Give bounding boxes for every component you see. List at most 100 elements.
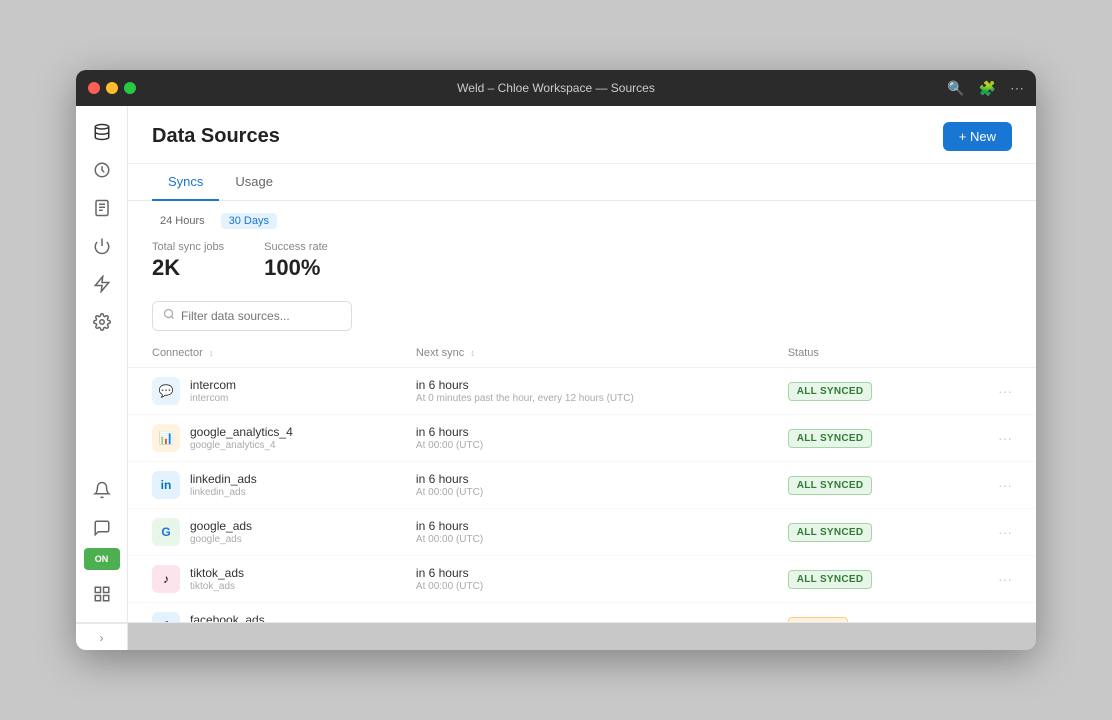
col-next-sync: Next sync ↕ [392, 339, 764, 368]
period-30d[interactable]: 30 Days [221, 213, 277, 229]
table-row[interactable]: 💬 intercom intercom in 6 hours At 0 minu… [128, 368, 1036, 415]
window-controls[interactable] [88, 82, 136, 94]
status-badge-intercom: ALL SYNCED [788, 382, 873, 401]
table-row[interactable]: ♪ tiktok_ads tiktok_ads in 6 hours At 00… [128, 556, 1036, 603]
titlebar-actions: 🔍 🧩 ⋯ [947, 80, 1024, 97]
sidebar-item-power[interactable] [84, 228, 120, 264]
connector-cell-linkedin_ads: in linkedin_ads linkedin_ads [128, 462, 392, 509]
table-row[interactable]: f facebook_ads facebook_ads – PAUSED ··· [128, 603, 1036, 623]
period-24h[interactable]: 24 Hours [152, 213, 213, 229]
stat-success-label: Success rate [264, 241, 328, 253]
connector-name-intercom: intercom [190, 378, 236, 392]
stat-total-sync-jobs: Total sync jobs 2K [152, 241, 224, 281]
extensions-icon[interactable]: 🧩 [979, 80, 996, 97]
next-sync-cell-facebook_ads: – [392, 603, 764, 623]
next-sync-sub-linkedin_ads: At 00:00 (UTC) [416, 487, 740, 498]
sidebar: ON [76, 106, 128, 622]
sidebar-expand-button[interactable]: › [76, 623, 128, 650]
status-cell-linkedin_ads: ALL SYNCED [764, 462, 950, 509]
sidebar-item-database[interactable] [84, 114, 120, 150]
sidebar-item-settings[interactable] [84, 304, 120, 340]
sidebar-on-button[interactable]: ON [84, 548, 120, 570]
tab-syncs[interactable]: Syncs [152, 164, 219, 201]
connector-name-linkedin_ads: linkedin_ads [190, 472, 257, 486]
next-sync-main-google_ads: in 6 hours [416, 519, 740, 533]
sidebar-item-document[interactable] [84, 190, 120, 226]
connector-sort-icon[interactable]: ↕ [209, 348, 214, 358]
connector-icon-tiktok_ads: ♪ [152, 565, 180, 593]
table-row[interactable]: G google_ads google_ads in 6 hours At 00… [128, 509, 1036, 556]
status-cell-google_analytics_4: ALL SYNCED [764, 415, 950, 462]
table-header-row: Connector ↕ Next sync ↕ Status [128, 339, 1036, 368]
next-sync-main-google_analytics_4: in 6 hours [416, 425, 740, 439]
on-button-label: ON [95, 554, 109, 564]
search-titlebar-icon[interactable]: 🔍 [947, 80, 964, 97]
next-sync-cell-linkedin_ads: in 6 hours At 00:00 (UTC) [392, 462, 764, 509]
next-sync-sort-icon[interactable]: ↕ [470, 348, 475, 358]
actions-cell-linkedin_ads[interactable]: ··· [949, 462, 1036, 509]
close-button[interactable] [88, 82, 100, 94]
next-sync-cell-google_analytics_4: in 6 hours At 00:00 (UTC) [392, 415, 764, 462]
row-menu-google_ads[interactable]: ··· [973, 524, 1012, 540]
row-menu-tiktok_ads[interactable]: ··· [973, 571, 1012, 587]
actions-cell-tiktok_ads[interactable]: ··· [949, 556, 1036, 603]
connector-cell-google_analytics_4: 📊 google_analytics_4 google_analytics_4 [128, 415, 392, 462]
connector-name-tiktok_ads: tiktok_ads [190, 566, 244, 580]
more-options-icon[interactable]: ⋯ [1010, 80, 1024, 97]
connector-icon-intercom: 💬 [152, 377, 180, 405]
next-sync-sub-google_ads: At 00:00 (UTC) [416, 534, 740, 545]
sidebar-item-chat[interactable] [84, 510, 120, 546]
connector-name-google_ads: google_ads [190, 519, 252, 533]
stat-total-sync-label: Total sync jobs [152, 241, 224, 253]
titlebar: Weld – Chloe Workspace — Sources 🔍 🧩 ⋯ [76, 70, 1036, 106]
sidebar-item-clock[interactable] [84, 152, 120, 188]
status-badge-google_ads: ALL SYNCED [788, 523, 873, 542]
sidebar-item-bell[interactable] [84, 472, 120, 508]
table-row[interactable]: 📊 google_analytics_4 google_analytics_4 … [128, 415, 1036, 462]
search-input-wrap[interactable] [152, 301, 352, 331]
connector-icon-google_ads: G [152, 518, 180, 546]
connector-sub-intercom: intercom [190, 393, 236, 404]
sidebar-item-grid[interactable] [84, 576, 120, 612]
row-menu-linkedin_ads[interactable]: ··· [973, 477, 1012, 493]
actions-cell-intercom[interactable]: ··· [949, 368, 1036, 415]
search-row [128, 293, 1036, 339]
new-button[interactable]: + New [943, 122, 1012, 151]
status-badge-tiktok_ads: ALL SYNCED [788, 570, 873, 589]
status-badge-google_analytics_4: ALL SYNCED [788, 429, 873, 448]
tabs-bar: Syncs Usage [128, 164, 1036, 201]
sidebar-item-lightning[interactable] [84, 266, 120, 302]
connector-sub-google_analytics_4: google_analytics_4 [190, 440, 293, 451]
search-input[interactable] [181, 309, 341, 323]
connector-icon-linkedin_ads: in [152, 471, 180, 499]
actions-cell-google_analytics_4[interactable]: ··· [949, 415, 1036, 462]
row-menu-google_analytics_4[interactable]: ··· [973, 430, 1012, 446]
stat-success-rate: Success rate 100% [264, 241, 328, 281]
next-sync-main-linkedin_ads: in 6 hours [416, 472, 740, 486]
page-title: Data Sources [152, 125, 280, 148]
status-cell-facebook_ads: PAUSED [764, 603, 950, 623]
next-sync-sub-intercom: At 0 minutes past the hour, every 12 hou… [416, 393, 740, 404]
period-toggles: 24 Hours 30 Days [152, 213, 1012, 229]
connector-cell-google_ads: G google_ads google_ads [128, 509, 392, 556]
next-sync-main-tiktok_ads: in 6 hours [416, 566, 740, 580]
maximize-button[interactable] [124, 82, 136, 94]
status-cell-tiktok_ads: ALL SYNCED [764, 556, 950, 603]
actions-cell-facebook_ads[interactable]: ··· [949, 603, 1036, 623]
bottom-bar: › [76, 622, 1036, 650]
connector-icon-google_analytics_4: 📊 [152, 424, 180, 452]
window-title: Weld – Chloe Workspace — Sources [457, 81, 655, 95]
actions-cell-google_ads[interactable]: ··· [949, 509, 1036, 556]
connector-cell-tiktok_ads: ♪ tiktok_ads tiktok_ads [128, 556, 392, 603]
connector-name-facebook_ads: facebook_ads [190, 613, 265, 622]
connector-sub-google_ads: google_ads [190, 534, 252, 545]
col-connector: Connector ↕ [128, 339, 392, 368]
minimize-button[interactable] [106, 82, 118, 94]
table-row[interactable]: in linkedin_ads linkedin_ads in 6 hours … [128, 462, 1036, 509]
search-icon [163, 307, 175, 325]
col-status: Status [764, 339, 950, 368]
expand-icon: › [100, 631, 104, 645]
connector-name-google_analytics_4: google_analytics_4 [190, 425, 293, 439]
tab-usage[interactable]: Usage [219, 164, 289, 201]
row-menu-intercom[interactable]: ··· [973, 383, 1012, 399]
